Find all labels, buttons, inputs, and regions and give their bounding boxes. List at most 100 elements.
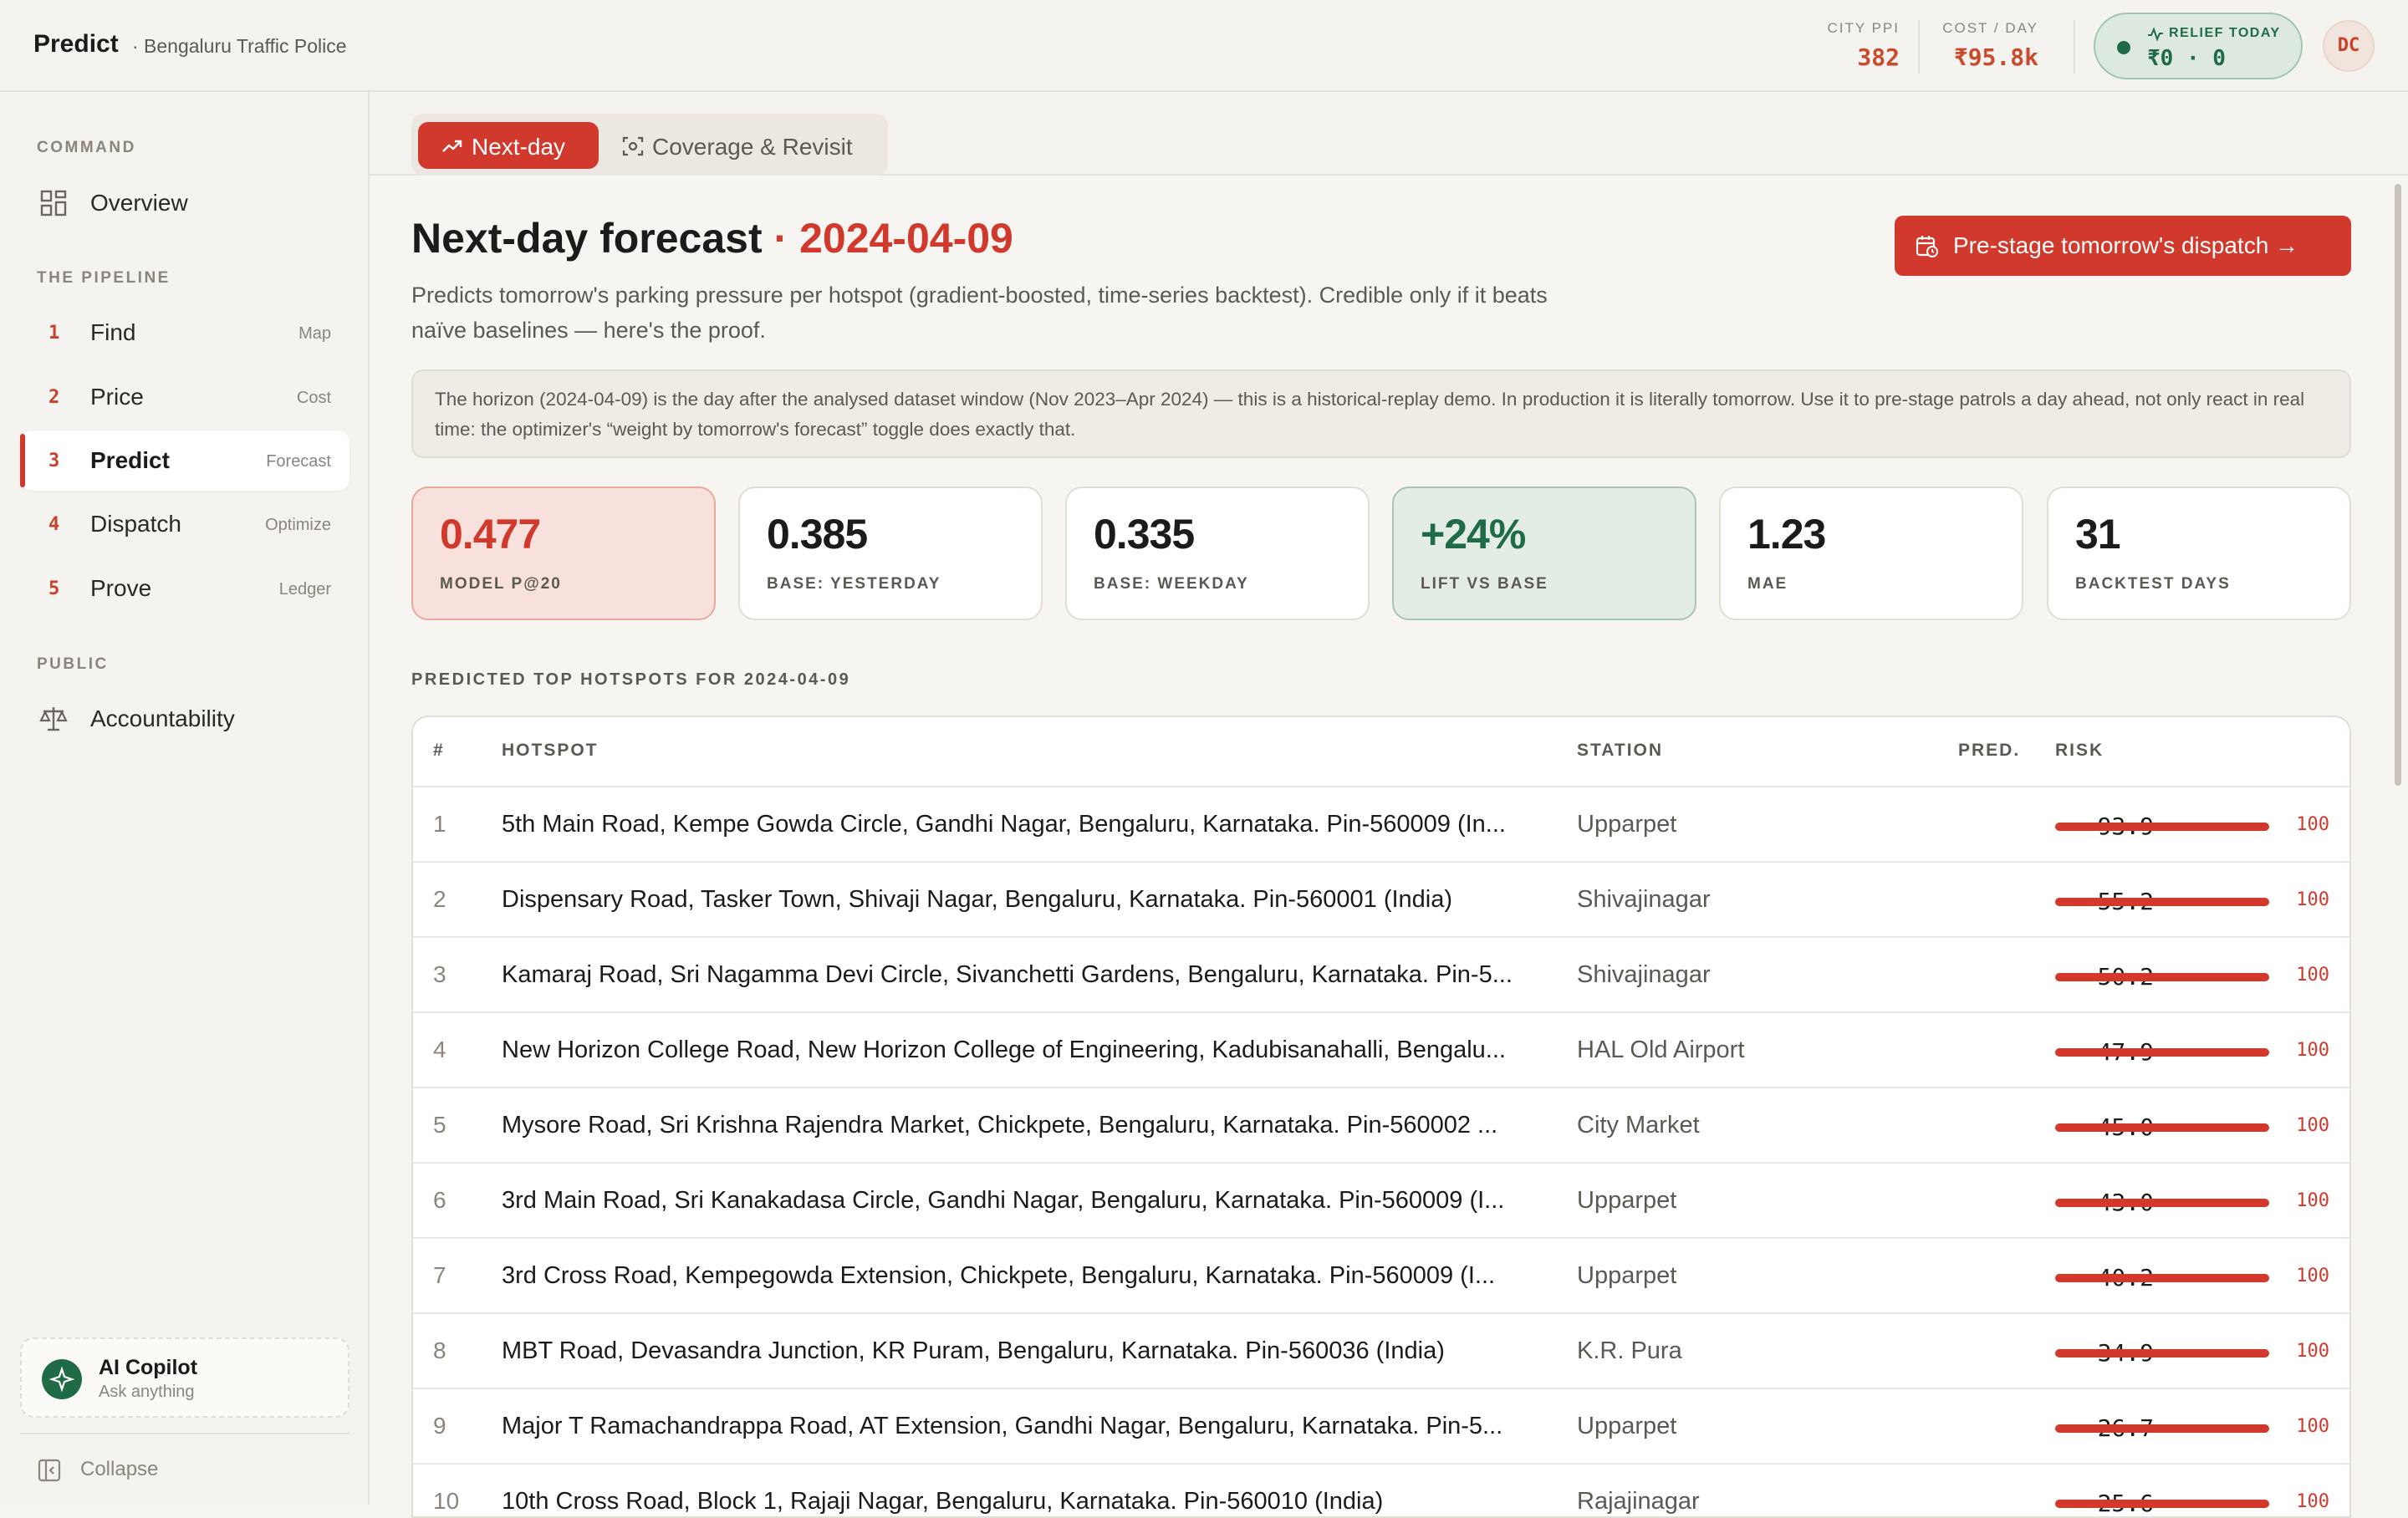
sidebar-item-tag: Ledger <box>278 580 331 599</box>
row-rank: 8 <box>433 1337 446 1363</box>
section-label-pipeline: THE PIPELINE <box>37 269 171 287</box>
hotspot-name: 10th Cross Road, Block 1, Rajaji Nagar, … <box>502 1488 1384 1515</box>
row-rank: 1 <box>433 811 446 837</box>
risk-bar-fill <box>2055 1274 2269 1282</box>
sidebar-item-accountability[interactable]: Accountability <box>20 689 349 749</box>
calendar-clock-icon <box>1916 236 1938 257</box>
row-rank: 4 <box>433 1037 446 1062</box>
risk-bar-fill <box>2055 1500 2269 1508</box>
step-number: 5 <box>48 578 60 599</box>
column-header-hotspot[interactable]: HOTSPOT <box>502 741 599 761</box>
table-row[interactable]: 8 MBT Road, Devasandra Junction, KR Puram… <box>413 1312 2349 1389</box>
column-header-rank: # <box>433 741 445 760</box>
table-row[interactable]: 3 Kamaraj Road, Sri Nagamma Devi Circle, … <box>413 936 2349 1013</box>
trending-up-icon <box>442 140 462 152</box>
hotspots-table: # HOTSPOT STATION PRED. RISK 1 5th Main R… <box>411 716 2351 1518</box>
table-row[interactable]: 2 Dispensary Road, Tasker Town, Shivaji N… <box>413 861 2349 938</box>
risk-bar <box>2055 1424 2269 1433</box>
risk-bar <box>2055 823 2269 831</box>
top-header: Predict · Bengaluru Traffic Police CITY … <box>0 0 2408 92</box>
table-caption: PREDICTED TOP HOTSPOTS FOR 2024-04-09 <box>411 670 851 689</box>
sidebar-item-tag: Map <box>298 324 331 343</box>
view-tabs: Next-day Coverage & Revisit <box>411 114 888 176</box>
pulse-icon <box>2148 27 2163 42</box>
app-title: Predict <box>33 30 119 58</box>
sidebar-item-dispatch[interactable]: 4 Dispatch Optimize <box>20 494 349 554</box>
risk-value: 100 <box>2296 1341 2329 1362</box>
sidebar-item-tag: Cost <box>296 389 331 407</box>
kpi-label: BASE: YESTERDAY <box>767 575 941 593</box>
station-name: Upparpet <box>1577 811 1677 838</box>
hotspot-name: 3rd Main Road, Sri Kanakadasa Circle, Ga… <box>502 1187 1505 1214</box>
sidebar-item-price[interactable]: 2 Price Cost <box>20 367 349 427</box>
tab-next-day[interactable]: Next-day <box>418 122 599 169</box>
relief-today-pill[interactable]: RELIEF TODAY ₹0 · 0 <box>2094 13 2303 79</box>
org-name: · Bengaluru Traffic Police <box>132 35 347 57</box>
station-name: Upparpet <box>1577 1262 1677 1289</box>
title-separator: · <box>773 215 788 262</box>
column-header-risk[interactable]: RISK <box>2055 741 2104 761</box>
risk-value: 100 <box>2296 1491 2329 1512</box>
kpi-label: MAE <box>1747 575 1788 593</box>
risk-value: 100 <box>2296 814 2329 835</box>
risk-bar-fill <box>2055 973 2269 981</box>
kpi-base-weekday: 0.335 BASE: WEEKDAY <box>1065 486 1370 620</box>
sidebar: COMMAND Overview THE PIPELINE 1 Find Map… <box>0 92 370 1505</box>
risk-value: 100 <box>2296 1416 2329 1437</box>
risk-bar <box>2055 1199 2269 1207</box>
risk-bar-fill <box>2055 1123 2269 1132</box>
sidebar-item-label: Prove <box>90 575 152 601</box>
hotspot-name: Dispensary Road, Tasker Town, Shivaji Na… <box>502 886 1453 913</box>
sidebar-item-predict[interactable]: 3 Predict Forecast <box>20 430 349 491</box>
sparkle-icon <box>42 1359 82 1399</box>
kpi-label: MODEL P@20 <box>440 575 562 593</box>
collapse-button[interactable]: Collapse <box>37 1453 338 1486</box>
row-rank: 5 <box>433 1112 446 1138</box>
hotspot-name: New Horizon College Road, New Horizon Co… <box>502 1037 1506 1063</box>
tab-label: Coverage & Revisit <box>652 134 853 160</box>
table-row[interactable]: 1 5th Main Road, Kempe Gowda Circle, Gand… <box>413 786 2349 863</box>
dashboard-icon <box>40 190 67 216</box>
city-ppi-stat: CITY PPI 382 <box>1823 20 1900 71</box>
hotspot-name: MBT Road, Devasandra Junction, KR Puram,… <box>502 1337 1445 1364</box>
column-header-pred[interactable]: PRED. <box>1958 741 2020 761</box>
avatar[interactable]: DC <box>2323 20 2375 72</box>
row-rank: 3 <box>433 961 446 987</box>
divider <box>20 1433 349 1434</box>
city-ppi-label: CITY PPI <box>1827 20 1900 36</box>
table-row[interactable]: 10 10th Cross Road, Block 1, Rajaji Nagar… <box>413 1463 2349 1516</box>
page-subtitle: Predicts tomorrow's parking pressure per… <box>411 283 1548 343</box>
risk-value: 100 <box>2296 889 2329 910</box>
risk-bar-fill <box>2055 898 2269 906</box>
table-row[interactable]: 9 Major T Ramachandrappa Road, AT Extensi… <box>413 1388 2349 1465</box>
page-title: Next-day forecast · 2024-04-09 <box>411 214 1013 262</box>
row-rank: 2 <box>433 886 446 912</box>
cost-label: COST / DAY <box>1942 20 2038 36</box>
row-rank: 6 <box>433 1187 446 1213</box>
ai-copilot-button[interactable]: AI Copilot Ask anything <box>20 1337 349 1418</box>
kpi-label: LIFT VS BASE <box>1421 575 1548 593</box>
sidebar-item-prove[interactable]: 5 Prove Ledger <box>20 558 349 619</box>
tab-coverage-revisit[interactable]: Coverage & Revisit <box>609 122 876 169</box>
scrollbar-thumb[interactable] <box>2395 184 2401 786</box>
risk-value: 100 <box>2296 1115 2329 1136</box>
header-divider <box>1918 20 1920 74</box>
table-row[interactable]: 7 3rd Cross Road, Kempegowda Extension, C… <box>413 1237 2349 1314</box>
cost-value: ₹95.8k <box>1953 43 2038 71</box>
risk-value: 100 <box>2296 1040 2329 1061</box>
sidebar-item-overview[interactable]: Overview <box>20 173 349 233</box>
table-header: # HOTSPOT STATION PRED. RISK <box>413 717 2349 786</box>
collapse-sidebar-icon <box>38 1459 61 1482</box>
risk-value: 100 <box>2296 1266 2329 1286</box>
pre-stage-dispatch-button[interactable]: Pre-stage tomorrow's dispatch → <box>1895 216 2351 276</box>
kpi-label: BACKTEST DAYS <box>2075 575 2231 593</box>
risk-bar-fill <box>2055 1048 2269 1057</box>
table-row[interactable]: 6 3rd Main Road, Sri Kanakadasa Circle, G… <box>413 1162 2349 1239</box>
page-title-text: Next-day forecast <box>411 215 763 262</box>
table-row[interactable]: 5 Mysore Road, Sri Krishna Rajendra Marke… <box>413 1087 2349 1164</box>
sidebar-item-find[interactable]: 1 Find Map <box>20 303 349 363</box>
table-row[interactable]: 4 New Horizon College Road, New Horizon C… <box>413 1011 2349 1088</box>
column-header-station[interactable]: STATION <box>1577 741 1663 761</box>
station-name: Shivajinagar <box>1577 961 1711 988</box>
kpi-mae: 1.23 MAE <box>1719 486 2023 620</box>
